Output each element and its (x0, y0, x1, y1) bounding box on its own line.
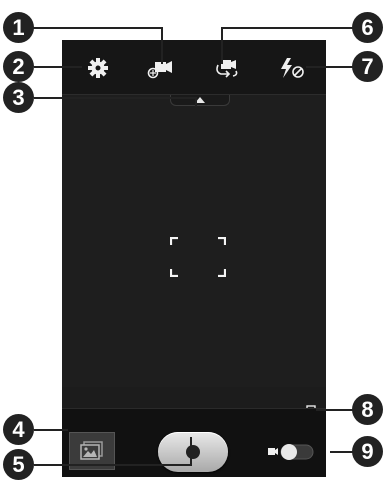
callout-8: 8 (352, 394, 383, 425)
callout-7: 7 (352, 51, 383, 82)
camera-camcorder-switch[interactable] (268, 439, 330, 465)
shutter-dot (186, 445, 200, 459)
recording-mode-icon[interactable] (146, 57, 174, 79)
shutter-button[interactable] (158, 432, 228, 472)
flash-off-icon[interactable] (278, 57, 306, 79)
callout-4: 4 (3, 414, 34, 445)
top-toolbar (62, 40, 326, 95)
image-icon (80, 441, 103, 460)
callout-2: 2 (3, 51, 34, 82)
switch-camera-icon[interactable] (212, 57, 240, 79)
callout-3: 3 (3, 82, 34, 113)
focus-frame (170, 237, 226, 277)
chevron-up-icon (195, 97, 205, 103)
callout-9: 9 (352, 436, 383, 467)
shortcut-panel-handle[interactable] (170, 95, 230, 106)
callout-6: 6 (352, 12, 383, 43)
callout-5: 5 (3, 449, 34, 480)
gallery-thumbnail[interactable] (69, 432, 115, 470)
callout-1: 1 (3, 12, 34, 43)
camera-screen (62, 40, 326, 477)
settings-icon[interactable] (84, 57, 112, 79)
